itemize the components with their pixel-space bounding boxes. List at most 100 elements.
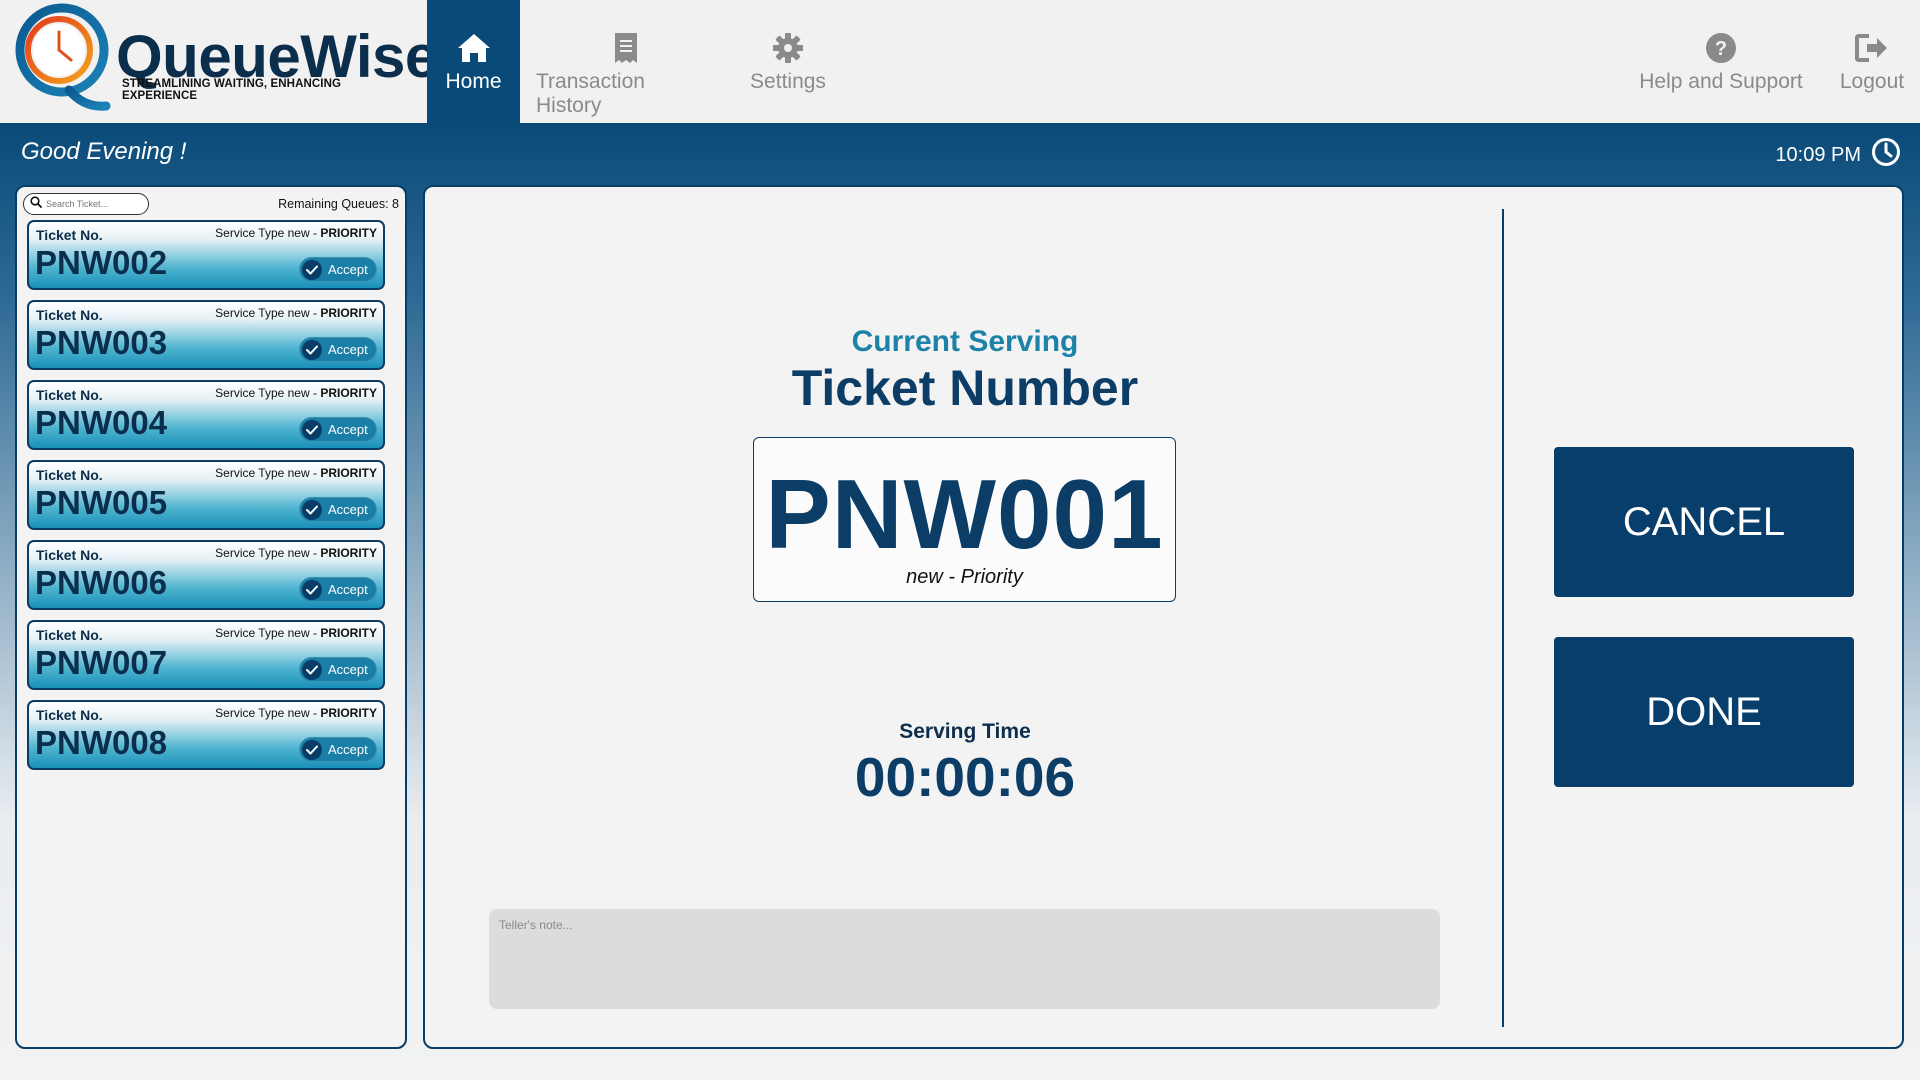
ticket-no-label: Ticket No. — [36, 387, 103, 403]
accept-label: Accept — [328, 502, 368, 517]
ticket-number: PNW005 — [35, 484, 168, 521]
service-type-priority: PRIORITY — [320, 546, 377, 560]
service-type-priority: PRIORITY — [320, 226, 377, 240]
service-type-priority: PRIORITY — [320, 706, 377, 720]
ticket-card: Ticket No. PNW004 Service Type new - PRI… — [27, 380, 385, 450]
greeting-text: Good Evening ! — [21, 138, 187, 165]
nav-logout[interactable]: Logout — [1826, 0, 1918, 123]
ticket-card: Ticket No. PNW006 Service Type new - PRI… — [27, 540, 385, 610]
service-type-priority: PRIORITY — [320, 626, 377, 640]
time-label: 10:09 PM — [1775, 143, 1861, 166]
ticket-number: PNW006 — [35, 564, 168, 601]
queue-panel: Remaining Queues: 8 Ticket No. PNW002 Se… — [15, 185, 407, 1049]
ticket-list: Ticket No. PNW002 Service Type new - PRI… — [27, 220, 385, 780]
nav-home[interactable]: Home — [427, 0, 520, 123]
done-button[interactable]: DONE — [1554, 637, 1854, 787]
accept-button[interactable]: Accept — [299, 337, 377, 362]
service-type-prefix: Service Type new - — [215, 386, 321, 400]
search-icon — [30, 195, 42, 213]
search-ticket-box[interactable] — [23, 193, 149, 215]
accept-button[interactable]: Accept — [299, 497, 377, 522]
service-type-prefix: Service Type new - — [215, 626, 321, 640]
service-type-prefix: Service Type new - — [215, 546, 321, 560]
ticket-number: PNW007 — [35, 644, 168, 681]
ticket-no-label: Ticket No. — [36, 627, 103, 643]
accept-button[interactable]: Accept — [299, 657, 377, 682]
service-type-priority: PRIORITY — [320, 306, 377, 320]
ticket-no-label: Ticket No. — [36, 307, 103, 323]
service-type: Service Type new - PRIORITY — [215, 386, 377, 400]
ticket-card: Ticket No. PNW003 Service Type new - PRI… — [27, 300, 385, 370]
nav-transaction-history[interactable]: Transaction History — [536, 0, 716, 123]
nav-settings-label: Settings — [750, 70, 826, 93]
checkmark-icon — [302, 419, 322, 440]
clock-icon — [1871, 137, 1901, 173]
logout-icon — [1855, 30, 1889, 66]
accept-label: Accept — [328, 582, 368, 597]
ticket-no-label: Ticket No. — [36, 707, 103, 723]
service-type-prefix: Service Type new - — [215, 466, 321, 480]
teller-note-field[interactable] — [489, 909, 1440, 1009]
nav-help-and-support[interactable]: ? Help and Support — [1636, 0, 1806, 123]
service-type: Service Type new - PRIORITY — [215, 626, 377, 640]
nav-home-label: Home — [445, 70, 502, 93]
checkmark-icon — [302, 579, 322, 600]
logo-q-clock-icon — [15, 3, 111, 111]
vertical-divider — [1502, 209, 1504, 1027]
current-ticket-box: PNW001 new - Priority — [753, 437, 1176, 602]
service-type: Service Type new - PRIORITY — [215, 706, 377, 720]
service-type-prefix: Service Type new - — [215, 706, 321, 720]
accept-label: Accept — [328, 262, 368, 277]
accept-button[interactable]: Accept — [299, 737, 377, 762]
ticket-no-label: Ticket No. — [36, 547, 103, 563]
accept-button[interactable]: Accept — [299, 257, 377, 282]
accept-label: Accept — [328, 422, 368, 437]
ticket-number: PNW008 — [35, 724, 168, 761]
checkmark-icon — [302, 659, 322, 680]
ticket-number: PNW004 — [35, 404, 168, 441]
ticket-number-title: Ticket Number — [791, 360, 1139, 416]
ticket-no-label: Ticket No. — [36, 467, 103, 483]
nav-history-label: Transaction History — [536, 70, 645, 117]
receipt-icon — [613, 30, 639, 66]
accept-label: Accept — [328, 662, 368, 677]
remaining-queues-count: Remaining Queues: 8 — [278, 197, 399, 211]
gear-icon — [772, 30, 804, 66]
service-type-prefix: Service Type new - — [215, 306, 321, 320]
search-ticket-input[interactable] — [46, 199, 146, 209]
checkmark-icon — [302, 739, 322, 760]
accept-button[interactable]: Accept — [299, 417, 377, 442]
ticket-number: PNW002 — [35, 244, 168, 281]
top-navigation-bar: QueueWise STREAMLINING WAITING, ENHANCIN… — [0, 0, 1920, 123]
checkmark-icon — [302, 259, 322, 280]
logo-tagline: STREAMLINING WAITING, ENHANCING EXPERIEN… — [122, 78, 342, 102]
accept-button[interactable]: Accept — [299, 577, 377, 602]
checkmark-icon — [302, 339, 322, 360]
serving-time-label: Serving Time — [899, 720, 1031, 743]
queuewise-logo: QueueWise STREAMLINING WAITING, ENHANCIN… — [14, 0, 438, 123]
ticket-no-label: Ticket No. — [36, 227, 103, 243]
service-type: Service Type new - PRIORITY — [215, 546, 377, 560]
svg-text:?: ? — [1715, 38, 1727, 60]
serving-panel: Current Serving Ticket Number PNW001 new… — [423, 185, 1904, 1049]
cancel-button[interactable]: CANCEL — [1554, 447, 1854, 597]
accept-label: Accept — [328, 742, 368, 757]
accept-label: Accept — [328, 342, 368, 357]
nav-logout-label: Logout — [1839, 70, 1905, 93]
question-mark-icon: ? — [1705, 30, 1737, 66]
current-time: 10:09 PM — [1775, 137, 1901, 173]
service-type: Service Type new - PRIORITY — [215, 306, 377, 320]
home-icon — [456, 30, 492, 66]
ticket-card: Ticket No. PNW008 Service Type new - PRI… — [27, 700, 385, 770]
ticket-card: Ticket No. PNW002 Service Type new - PRI… — [27, 220, 385, 290]
ticket-number: PNW003 — [35, 324, 168, 361]
ticket-card: Ticket No. PNW005 Service Type new - PRI… — [27, 460, 385, 530]
nav-settings[interactable]: Settings — [742, 0, 834, 123]
service-type-priority: PRIORITY — [320, 466, 377, 480]
current-ticket-number: PNW001 — [765, 459, 1164, 569]
current-service-type: new - Priority — [906, 566, 1023, 588]
service-type-priority: PRIORITY — [320, 386, 377, 400]
checkmark-icon — [302, 499, 322, 520]
service-type-prefix: Service Type new - — [215, 226, 321, 240]
service-type: Service Type new - PRIORITY — [215, 466, 377, 480]
